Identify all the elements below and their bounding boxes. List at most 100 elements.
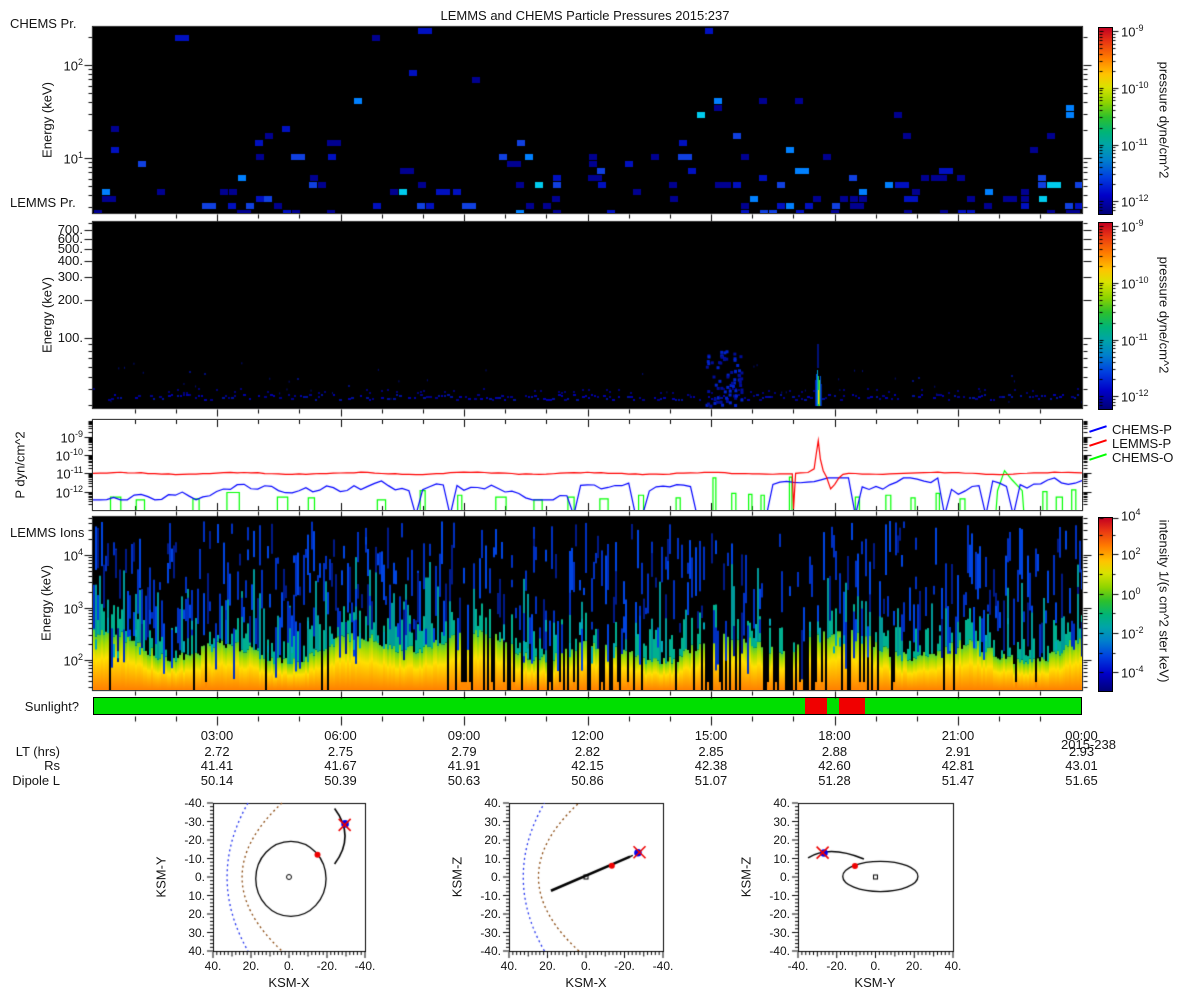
orbit-ytick-label: 0. bbox=[779, 870, 790, 884]
p4-ytick-label: 102 bbox=[63, 652, 83, 669]
dipole-value: 51.28 bbox=[818, 773, 851, 788]
lt-value: 2.75 bbox=[327, 744, 354, 759]
dipole-value: 50.14 bbox=[200, 773, 234, 788]
cb4-tick-label: 100 bbox=[1121, 585, 1141, 602]
cb2-tick-label: 10-9 bbox=[1121, 218, 1144, 235]
orbit-ytick-label: 30. bbox=[188, 925, 205, 940]
p3-ytick-label: 10-9 bbox=[60, 429, 83, 446]
dipole-value: 51.65 bbox=[1065, 773, 1098, 788]
orbit-ytick-label: 10. bbox=[188, 888, 205, 903]
orbit-xtick-label: 20. bbox=[242, 959, 260, 973]
orbit-ytick-label: -20. bbox=[480, 907, 501, 921]
orbit-ytick-label: -40. bbox=[480, 944, 501, 958]
lt-value: 2.93 bbox=[1068, 744, 1095, 759]
rs-value: 43.01 bbox=[1065, 758, 1098, 773]
orbit-ytick-label: 10. bbox=[484, 851, 501, 866]
p2-ytick-label: 300. bbox=[57, 269, 83, 285]
p3-ytick-label: 10-11 bbox=[56, 465, 83, 482]
p3-ytick-label: 10-12 bbox=[55, 483, 83, 500]
orbit-ytick-label: -10. bbox=[480, 888, 501, 903]
orbit-xtick-label: -20. bbox=[614, 959, 635, 973]
orbit-xtick-label: 20. bbox=[905, 959, 923, 973]
orbit-xtick-label: -40. bbox=[787, 959, 809, 973]
orbit-xtick-label: -20. bbox=[826, 959, 848, 973]
orbit-ytick-label: 40. bbox=[484, 796, 501, 810]
cb4-tick-label: 102 bbox=[1121, 546, 1141, 563]
lemms-ions-spectrogram bbox=[93, 517, 1082, 690]
orbit-ytick-label: -30. bbox=[480, 925, 501, 940]
orbit-ytick-label: 20. bbox=[773, 833, 790, 847]
orbit-plot-2 bbox=[493, 787, 679, 967]
p2-ytick-label: 100. bbox=[57, 330, 83, 346]
orbit-xtick-label: 0. bbox=[580, 959, 591, 973]
orbit-ytick-label: -10. bbox=[769, 888, 790, 903]
cb1-tick-label: 10-9 bbox=[1121, 23, 1144, 40]
p2-ytick-label: 400. bbox=[57, 253, 83, 269]
hour-label: 18:00 bbox=[818, 728, 851, 743]
orbit-xtick-label: -20. bbox=[316, 959, 338, 973]
cb1-tick-label: 10-11 bbox=[1121, 136, 1148, 153]
orbit-ytick-label: 10. bbox=[773, 851, 790, 866]
orbit-ytick-label: 30. bbox=[484, 814, 501, 829]
rs-value: 42.38 bbox=[694, 758, 728, 773]
pressure-line-plot bbox=[93, 420, 1082, 510]
hour-label: 00:00 bbox=[1065, 728, 1098, 743]
p4-ytick-label: 103 bbox=[63, 599, 83, 616]
rs-value: 42.81 bbox=[941, 758, 975, 773]
hour-label: 15:00 bbox=[694, 728, 728, 743]
lt-value: 2.79 bbox=[451, 744, 477, 759]
orbit-xtick-label: 40. bbox=[944, 959, 962, 973]
orbit-xtick-label: -40. bbox=[652, 959, 674, 973]
orbit-ytick-label: -10. bbox=[184, 851, 205, 866]
lt-value: 2.72 bbox=[204, 744, 230, 759]
p1-ytick-label: 101 bbox=[63, 150, 83, 167]
hour-label: 06:00 bbox=[324, 728, 357, 743]
orbit-xtick-label: 40. bbox=[204, 959, 222, 973]
p4-ytick-label: 104 bbox=[63, 547, 83, 564]
rs-value: 41.41 bbox=[200, 758, 234, 773]
lt-value: 2.88 bbox=[821, 744, 848, 759]
p2-ytick-label: 200. bbox=[57, 291, 83, 307]
lt-value: 2.85 bbox=[698, 744, 724, 759]
orbit-ytick-label: -20. bbox=[769, 907, 790, 921]
cb1-tick-label: 10-12 bbox=[1121, 193, 1149, 210]
dipole-value: 50.39 bbox=[324, 773, 357, 788]
hour-label: 12:00 bbox=[571, 728, 604, 743]
orbit-ytick-label: 40. bbox=[773, 796, 790, 810]
orbit-ytick-label: -30. bbox=[184, 814, 205, 829]
chems-pressure-spectrogram bbox=[93, 27, 1082, 213]
orbit-ytick-label: 0. bbox=[194, 870, 205, 884]
plot-page: LEMMS and CHEMS Particle Pressures 2015:… bbox=[0, 0, 1200, 1000]
cb2-tick-label: 10-10 bbox=[1121, 274, 1149, 292]
rs-value: 41.91 bbox=[447, 758, 481, 773]
dipole-value: 51.07 bbox=[694, 773, 728, 788]
orbit-xtick-label: 0. bbox=[283, 959, 294, 973]
orbit-xtick-label: -40. bbox=[354, 959, 376, 973]
lemms-pressure-spectrogram bbox=[93, 222, 1082, 408]
orbit-xtick-label: 20. bbox=[539, 959, 556, 973]
hour-label: 09:00 bbox=[447, 728, 481, 743]
dipole-value: 51.47 bbox=[941, 773, 975, 788]
p1-ytick-label: 102 bbox=[63, 57, 83, 74]
rs-value: 42.15 bbox=[571, 758, 604, 773]
rs-value: 42.60 bbox=[818, 758, 851, 773]
cb1-tick-label: 10-10 bbox=[1121, 79, 1149, 97]
hour-label: 21:00 bbox=[941, 728, 975, 743]
cb4-tick-label: 10-2 bbox=[1121, 624, 1144, 642]
p3-ytick-label: 10-10 bbox=[55, 447, 83, 464]
lt-value: 2.91 bbox=[945, 744, 971, 759]
orbit-ytick-label: -40. bbox=[184, 796, 205, 810]
orbit-xtick-label: 40. bbox=[500, 959, 518, 973]
orbit-ytick-label: -40. bbox=[769, 944, 790, 958]
orbit-ytick-label: 30. bbox=[773, 814, 790, 829]
orbit-plot-3 bbox=[782, 787, 969, 967]
rs-value: 41.67 bbox=[324, 758, 357, 773]
orbit-ytick-label: 0. bbox=[490, 870, 501, 884]
dipole-value: 50.63 bbox=[447, 773, 481, 788]
hour-label: 03:00 bbox=[200, 728, 234, 743]
orbit-xtick-label: 0. bbox=[870, 959, 881, 973]
orbit-ytick-label: -20. bbox=[184, 833, 205, 847]
cb4-tick-label: 104 bbox=[1121, 507, 1141, 524]
orbit-ytick-label: 20. bbox=[188, 907, 205, 921]
orbit-plot-1 bbox=[197, 787, 381, 967]
